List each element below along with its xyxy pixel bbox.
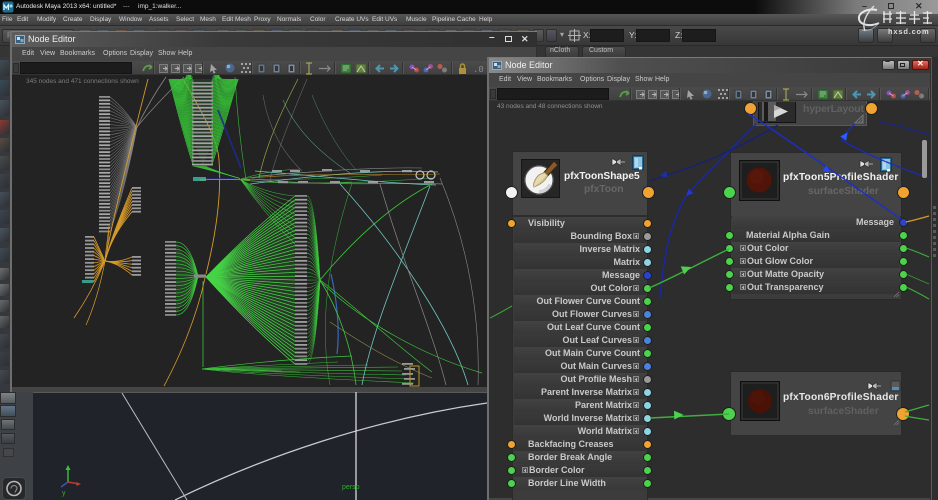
svg-text:.0: .0 [473, 65, 484, 75]
svg-text:hxsd.com: hxsd.com [888, 27, 929, 36]
svg-text:persp: persp [342, 484, 360, 491]
svg-text:y: y [62, 490, 66, 497]
